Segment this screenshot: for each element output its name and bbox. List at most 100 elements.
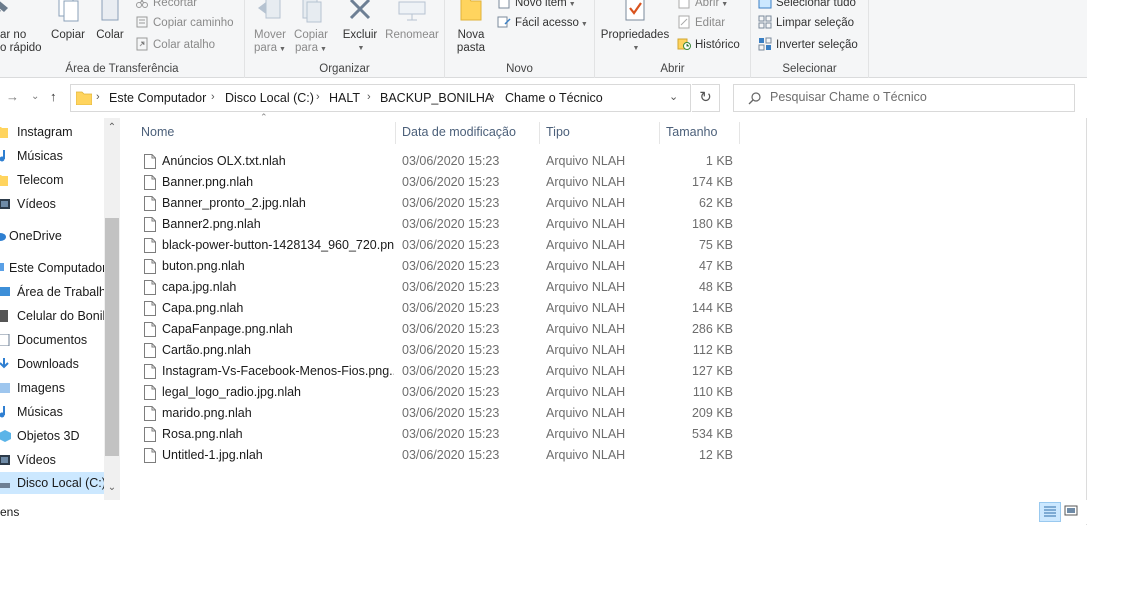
breadcrumb-chame-o-tecnico[interactable]: Chame o Técnico bbox=[505, 91, 603, 105]
sidebar-item-objetos-3d[interactable]: Objetos 3D bbox=[0, 425, 104, 447]
file-size: 286 KB bbox=[691, 322, 733, 336]
file-name: Cartão.png.nlah bbox=[162, 343, 251, 357]
easy-access-button[interactable]: Fácil acesso ▼ bbox=[497, 14, 588, 32]
sidebar-item-videos[interactable]: Vídeos bbox=[0, 193, 104, 215]
delete-button[interactable]: Excluir ▼ bbox=[339, 0, 381, 55]
paste-button[interactable]: Colar bbox=[92, 0, 128, 42]
file-row[interactable]: CapaFanpage.png.nlah 03/06/2020 15:23 Arqu… bbox=[142, 319, 742, 340]
copy-path-button[interactable]: Copiar caminho bbox=[135, 14, 234, 32]
file-row[interactable]: Capa.png.nlah 03/06/2020 15:23 Arquivo NLA… bbox=[142, 298, 742, 319]
select-all-button[interactable]: Selecionar tudo bbox=[758, 0, 856, 12]
select-none-button[interactable]: Limpar seleção bbox=[758, 14, 854, 32]
new-item-button[interactable]: Novo item ▼ bbox=[497, 0, 576, 12]
file-row[interactable]: Cartão.png.nlah 03/06/2020 15:23 Arquivo N… bbox=[142, 340, 742, 361]
new-group: Nova pasta Novo item ▼ Fácil acesso ▼ Novo bbox=[445, 0, 595, 78]
sidebar-item-label: OneDrive bbox=[9, 229, 62, 243]
invert-selection-button[interactable]: Inverter seleção bbox=[758, 36, 858, 54]
refresh-button[interactable]: ↻ bbox=[692, 84, 720, 112]
cut-button[interactable]: Recortar bbox=[135, 0, 197, 12]
file-row[interactable]: Rosa.png.nlah 03/06/2020 15:23 Arquivo NLA… bbox=[142, 424, 742, 445]
address-dropdown-chevron-icon[interactable]: ⌄ bbox=[669, 90, 678, 103]
file-type: Arquivo NLAH bbox=[546, 427, 626, 441]
file-row[interactable]: Instagram-Vs-Facebook-Menos-Fios.png... 0… bbox=[142, 361, 742, 382]
column-divider[interactable] bbox=[395, 122, 396, 144]
history-label: Histórico bbox=[695, 39, 740, 51]
sidebar-item-disco-local[interactable]: Disco Local (C:) bbox=[0, 472, 104, 494]
paste-shortcut-button[interactable]: Colar atalho bbox=[135, 36, 215, 54]
sidebar-item-onedrive[interactable]: OneDrive bbox=[0, 225, 104, 247]
file-row[interactable]: Banner2.png.nlah 03/06/2020 15:23 Arquivo … bbox=[142, 214, 742, 235]
sidebar-item-musicas[interactable]: Músicas bbox=[0, 145, 104, 167]
scissors-icon bbox=[136, 0, 148, 8]
breadcrumb-backup-bonilha[interactable]: BACKUP_BONILHA bbox=[380, 91, 493, 105]
up-arrow-icon[interactable]: ↑ bbox=[50, 89, 57, 104]
sidebar-item-videos-pc[interactable]: Vídeos bbox=[0, 449, 104, 471]
breadcrumb-this-pc[interactable]: Este Computador bbox=[109, 91, 206, 105]
sidebar-item-musicas-pc[interactable]: Músicas bbox=[0, 401, 104, 423]
sidebar-item-documentos[interactable]: Documentos bbox=[0, 329, 104, 351]
sidebar-item-este-computador[interactable]: Este Computador bbox=[0, 257, 104, 279]
copy-to-button[interactable]: Copiar para ▼ bbox=[291, 0, 331, 56]
folder-icon bbox=[76, 91, 92, 105]
history-button[interactable]: Histórico bbox=[677, 36, 740, 54]
details-view-button[interactable] bbox=[1039, 502, 1061, 522]
computer-icon bbox=[0, 263, 4, 271]
open-button[interactable]: Abrir ▼ bbox=[677, 0, 728, 12]
column-divider[interactable] bbox=[539, 122, 540, 144]
edit-button[interactable]: Editar bbox=[677, 14, 725, 32]
column-header-size[interactable]: Tamanho bbox=[666, 125, 717, 139]
copy-button[interactable]: Copiar bbox=[48, 0, 88, 42]
file-row[interactable]: capa.jpg.nlah 03/06/2020 15:23 Arquivo NLA… bbox=[142, 277, 742, 298]
search-input[interactable] bbox=[770, 90, 1060, 104]
copy-to-label-2: para bbox=[295, 42, 319, 54]
file-row[interactable]: black-power-button-1428134_960_720.pn...… bbox=[142, 235, 742, 256]
file-row[interactable]: buton.png.nlah 03/06/2020 15:23 Arquivo NL… bbox=[142, 256, 742, 277]
sidebar-scrollbar[interactable]: ⌃ ⌄ bbox=[104, 118, 120, 500]
breadcrumb-local-disk[interactable]: Disco Local (C:) bbox=[225, 91, 314, 105]
file-icon bbox=[144, 259, 156, 274]
file-type: Arquivo NLAH bbox=[546, 217, 626, 231]
search-box[interactable] bbox=[733, 84, 1075, 112]
file-date: 03/06/2020 15:23 bbox=[402, 322, 500, 336]
file-icon bbox=[144, 322, 156, 337]
column-divider[interactable] bbox=[659, 122, 660, 144]
video-icon bbox=[0, 455, 10, 465]
sidebar-item-imagens[interactable]: Imagens bbox=[0, 377, 104, 399]
file-row[interactable]: Banner.png.nlah 03/06/2020 15:23 Arquivo N… bbox=[142, 172, 742, 193]
sidebar-item-label: Músicas bbox=[17, 405, 63, 419]
file-row[interactable]: Untitled-1.jpg.nlah 03/06/2020 15:23 Arqui… bbox=[142, 445, 742, 466]
sidebar-item-downloads[interactable]: Downloads bbox=[0, 353, 104, 375]
file-row[interactable]: Banner_pronto_2.jpg.nlah 03/06/2020 15:23… bbox=[142, 193, 742, 214]
copy-path-icon bbox=[136, 16, 148, 28]
new-folder-button[interactable]: Nova pasta bbox=[453, 0, 489, 55]
breadcrumb-halt[interactable]: HALT bbox=[329, 91, 360, 105]
select-none-label: Limpar seleção bbox=[776, 17, 854, 29]
sidebar-item-celular[interactable]: Celular do Bonilha bbox=[0, 305, 104, 327]
file-row[interactable]: legal_logo_radio.jpg.nlah 03/06/2020 15:2… bbox=[142, 382, 742, 403]
column-header-name[interactable]: Nome bbox=[141, 125, 174, 139]
easy-access-icon bbox=[497, 16, 511, 28]
sidebar-item-telecom[interactable]: Telecom bbox=[0, 169, 104, 191]
file-row[interactable]: marido.png.nlah 03/06/2020 15:23 Arquivo N… bbox=[142, 403, 742, 424]
sidebar-item-area-de-trabalho[interactable]: Área de Trabalho bbox=[0, 281, 104, 303]
scrollbar-thumb[interactable] bbox=[105, 218, 119, 456]
sidebar-item-label: Vídeos bbox=[17, 453, 56, 467]
column-divider[interactable] bbox=[739, 122, 740, 144]
file-row[interactable]: Anúncios OLX.txt.nlah 03/06/2020 15:23 Arq… bbox=[142, 151, 742, 172]
rename-button[interactable]: Renomear bbox=[383, 0, 441, 42]
address-bar[interactable]: › Este Computador › Disco Local (C:) › H… bbox=[70, 84, 691, 112]
large-icons-view-button[interactable] bbox=[1061, 502, 1083, 522]
column-header-type[interactable]: Tipo bbox=[546, 125, 570, 139]
pin-quick-access-button[interactable]: ar no o rápido bbox=[0, 0, 50, 55]
forward-arrow-icon[interactable]: → bbox=[6, 89, 19, 104]
edit-label: Editar bbox=[695, 17, 726, 29]
scroll-down-arrow-icon[interactable]: ⌄ bbox=[104, 482, 120, 493]
column-header-date[interactable]: Data de modificação bbox=[402, 125, 516, 139]
properties-button[interactable]: Propriedades ▼ bbox=[599, 0, 671, 55]
file-icon bbox=[144, 301, 156, 316]
sidebar-item-label: Vídeos bbox=[17, 197, 56, 211]
move-to-button[interactable]: Mover para ▼ bbox=[250, 0, 290, 56]
scroll-up-arrow-icon[interactable]: ⌃ bbox=[104, 122, 120, 133]
recent-locations-chevron-icon[interactable]: ⌄ bbox=[31, 91, 39, 102]
sidebar-item-instagram[interactable]: Instagram bbox=[0, 121, 104, 143]
